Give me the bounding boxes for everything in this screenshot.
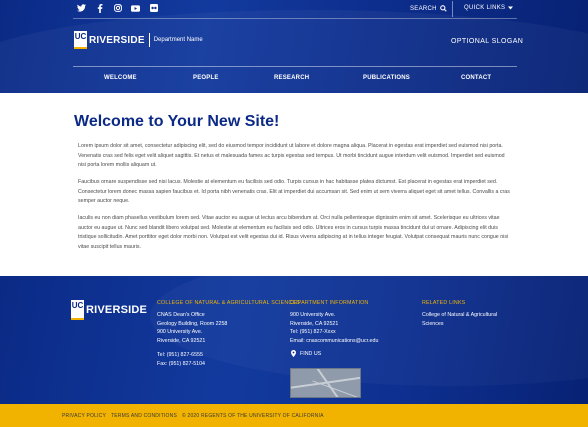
quick-links-label: QUICK LINKS bbox=[464, 5, 506, 11]
instagram-icon[interactable] bbox=[112, 4, 123, 15]
college-tel: Tel: (951) 827-6555 bbox=[157, 352, 203, 358]
search-label: SEARCH bbox=[410, 5, 437, 12]
nav-item-contact[interactable]: CONTACT bbox=[461, 75, 491, 81]
dept-email[interactable]: Email: cnascommunications@ucr.edu bbox=[290, 337, 378, 346]
find-us-label: FIND US bbox=[300, 350, 322, 357]
main-content: Welcome to Your New Site! Lorem ipsum do… bbox=[0, 93, 588, 276]
address-line: CNAS Dean's Office bbox=[157, 312, 205, 318]
nav-item-people[interactable]: PEOPLE bbox=[193, 75, 219, 81]
page-title: Welcome to Your New Site! bbox=[74, 113, 280, 130]
site-footer: UC RIVERSIDE COLLEGE OF NATURAL & AGRICU… bbox=[0, 276, 588, 404]
nav-item-publications[interactable]: PUBLICATIONS bbox=[363, 75, 410, 81]
nav-item-welcome[interactable]: WELCOME bbox=[104, 75, 137, 81]
twitter-icon[interactable] bbox=[76, 4, 87, 15]
bottom-bar: PRIVACY POLICY TERMS AND CONDITIONS © 20… bbox=[0, 404, 588, 427]
logo-wordmark: RIVERSIDE bbox=[89, 34, 145, 46]
nav-item-research[interactable]: RESEARCH bbox=[274, 75, 309, 81]
quick-links-dropdown[interactable]: QUICK LINKS bbox=[464, 5, 514, 11]
social-links bbox=[76, 4, 159, 15]
college-address: CNAS Dean's Office Geology Building, Roo… bbox=[157, 311, 227, 345]
youtube-icon[interactable] bbox=[130, 4, 141, 15]
college-heading: COLLEGE OF NATURAL & AGRICULTURAL SCIENC… bbox=[157, 300, 300, 306]
site-header: SEARCH QUICK LINKS UC RIVERSIDE Departme… bbox=[0, 0, 588, 93]
find-us-link[interactable]: FIND US bbox=[291, 350, 321, 357]
paragraph: Iaculis eu non diam phasellus vestibulum… bbox=[78, 215, 509, 250]
college-fax: Fax: (951) 827-5104 bbox=[157, 360, 205, 367]
search-link[interactable]: SEARCH bbox=[410, 5, 447, 12]
privacy-policy-link[interactable]: PRIVACY POLICY bbox=[62, 413, 106, 419]
department-info: 900 University Ave. Riverside, CA 92521 … bbox=[290, 311, 378, 345]
dept-line: Tel: (951) 827-Xxxx bbox=[290, 329, 336, 335]
address-line: Geology Building, Room 2258 bbox=[157, 320, 228, 327]
nav-divider-line bbox=[73, 66, 517, 67]
copyright-text: © 2020 REGENTS OF THE UNIVERSITY OF CALI… bbox=[181, 413, 324, 419]
logo-wordmark: RIVERSIDE bbox=[86, 304, 148, 316]
address-line: Riverside, CA 92521 bbox=[157, 337, 206, 344]
uc-logo-mark: UC bbox=[74, 31, 87, 49]
paragraph: Faucibus ornare suspendisse sed nisi lac… bbox=[78, 179, 510, 204]
paragraph: Lorem ipsum dolor sit amet, consectetur … bbox=[78, 143, 505, 168]
logo-separator bbox=[148, 33, 150, 47]
address-line: 900 University Ave. bbox=[157, 329, 203, 335]
college-contact: Tel: (951) 827-6555 Fax: (951) 827-5104 bbox=[157, 351, 205, 368]
main-navigation: WELCOME PEOPLE RESEARCH PUBLICATIONS CON… bbox=[73, 75, 517, 85]
department-heading: DEPARTMENT INFORMATION bbox=[290, 300, 369, 306]
location-map[interactable] bbox=[290, 368, 361, 398]
legal-links: PRIVACY POLICY TERMS AND CONDITIONS © 20… bbox=[62, 413, 324, 419]
department-name: Department Name bbox=[153, 37, 203, 43]
related-link-line: College of Natural & Agricultural bbox=[422, 312, 498, 318]
site-logo[interactable]: UC RIVERSIDE Department Name bbox=[74, 31, 203, 49]
flickr-icon[interactable] bbox=[148, 4, 159, 15]
related-links-heading: RELATED LINKS bbox=[422, 300, 466, 306]
map-pin-icon bbox=[291, 350, 296, 357]
dept-line: 900 University Ave. bbox=[290, 312, 336, 318]
footer-logo[interactable]: UC RIVERSIDE bbox=[71, 300, 147, 320]
facebook-icon[interactable] bbox=[94, 4, 105, 15]
utility-divider-line bbox=[73, 18, 517, 19]
site-slogan: OPTIONAL SLOGAN bbox=[451, 38, 524, 45]
terms-link[interactable]: TERMS AND CONDITIONS bbox=[111, 413, 177, 419]
search-icon bbox=[439, 5, 447, 12]
utility-bar: SEARCH QUICK LINKS bbox=[0, 0, 588, 19]
dept-line: Riverside, CA 92521 bbox=[290, 320, 339, 327]
uc-logo-mark: UC bbox=[71, 300, 84, 320]
utility-divider bbox=[452, 1, 453, 17]
related-link-line: Sciences bbox=[422, 320, 444, 327]
caret-down-icon bbox=[508, 6, 514, 10]
related-link-cnas[interactable]: College of Natural & Agricultural Scienc… bbox=[422, 311, 497, 328]
